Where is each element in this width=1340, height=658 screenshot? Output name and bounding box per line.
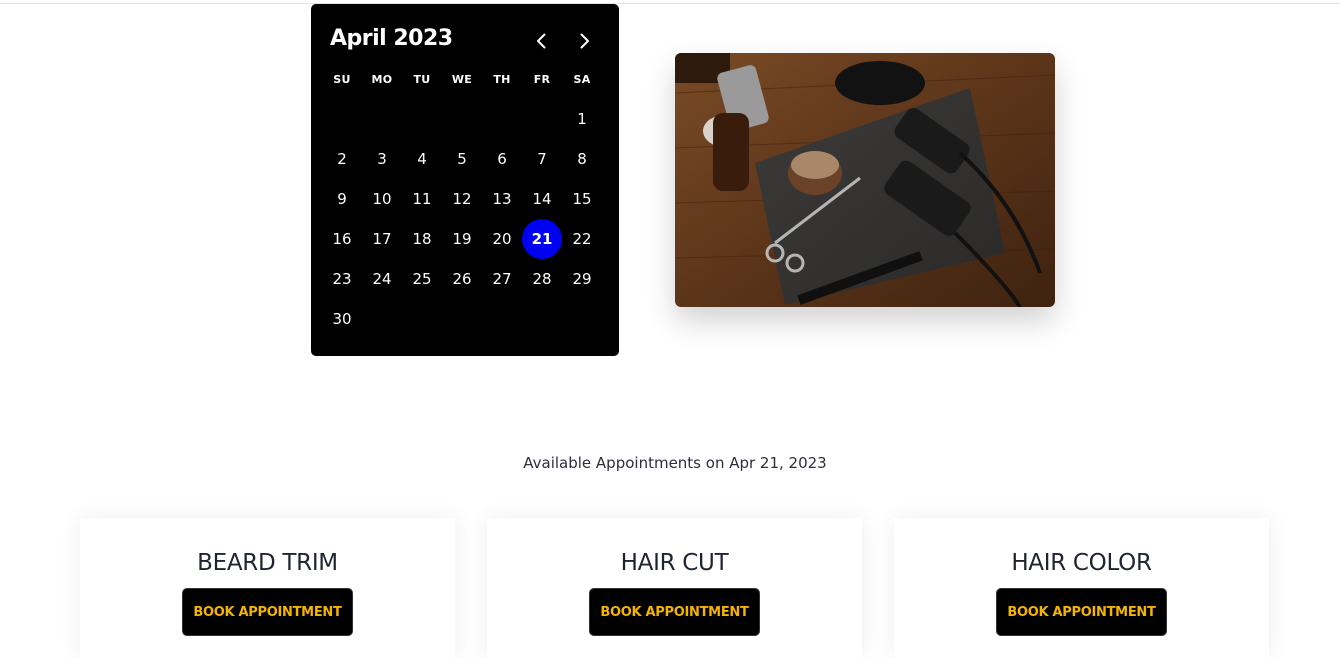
date-picker-calendar: April 2023 SU MO TU WE TH FR SA 12345678… bbox=[311, 4, 619, 356]
calendar-day[interactable]: 1 bbox=[562, 99, 602, 139]
calendar-day-number: 11 bbox=[412, 190, 432, 208]
service-title: BEARD TRIM bbox=[197, 550, 338, 576]
calendar-day-number: 3 bbox=[377, 150, 387, 168]
calendar-day-number: 26 bbox=[452, 270, 472, 288]
calendar-day[interactable]: 26 bbox=[442, 259, 482, 299]
calendar-weekday-header: SU MO TU WE TH FR SA bbox=[322, 72, 602, 88]
calendar-day[interactable]: 8 bbox=[562, 139, 602, 179]
calendar-day-number: 10 bbox=[372, 190, 392, 208]
calendar-day-number: 30 bbox=[332, 310, 352, 328]
calendar-day-number: 16 bbox=[332, 230, 352, 248]
calendar-day[interactable]: 3 bbox=[362, 139, 402, 179]
calendar-day-number: 28 bbox=[532, 270, 552, 288]
calendar-day[interactable]: 5 bbox=[442, 139, 482, 179]
calendar-day[interactable]: 25 bbox=[402, 259, 442, 299]
calendar-day-number: 20 bbox=[492, 230, 512, 248]
calendar-day[interactable]: 28 bbox=[522, 259, 562, 299]
top-divider bbox=[0, 3, 1340, 4]
calendar-empty-cell bbox=[522, 99, 562, 139]
service-card-hair-color: HAIR COLOR BOOK APPOINTMENT bbox=[894, 518, 1269, 658]
calendar-day-number: 23 bbox=[332, 270, 352, 288]
calendar-day[interactable]: 7 bbox=[522, 139, 562, 179]
calendar-day[interactable]: 2 bbox=[322, 139, 362, 179]
calendar-empty-cell bbox=[442, 99, 482, 139]
calendar-day-number bbox=[482, 99, 522, 139]
calendar-day[interactable]: 29 bbox=[562, 259, 602, 299]
calendar-day-number: 5 bbox=[457, 150, 467, 168]
service-title: HAIR CUT bbox=[620, 550, 729, 576]
calendar-day-number bbox=[362, 99, 402, 139]
calendar-day-number: 25 bbox=[412, 270, 432, 288]
calendar-day[interactable]: 16 bbox=[322, 219, 362, 259]
calendar-day[interactable]: 23 bbox=[322, 259, 362, 299]
calendar-day-number: 29 bbox=[572, 270, 592, 288]
calendar-day[interactable]: 11 bbox=[402, 179, 442, 219]
calendar-day[interactable]: 20 bbox=[482, 219, 522, 259]
available-appointments-heading: Available Appointments on Apr 21, 2023 bbox=[523, 454, 827, 472]
calendar-day-number: 17 bbox=[372, 230, 392, 248]
calendar-day-number bbox=[442, 99, 482, 139]
weekday-label: MO bbox=[371, 73, 393, 86]
calendar-day[interactable]: 15 bbox=[562, 179, 602, 219]
calendar-day-number: 15 bbox=[572, 190, 592, 208]
calendar-day-number: 21 bbox=[522, 219, 562, 259]
calendar-day[interactable]: 18 bbox=[402, 219, 442, 259]
calendar-day-number bbox=[522, 99, 562, 139]
chevron-right-icon[interactable] bbox=[573, 30, 595, 52]
calendar-empty-cell bbox=[322, 99, 362, 139]
service-card-hair-cut: HAIR CUT BOOK APPOINTMENT bbox=[487, 518, 862, 658]
weekday-label: TU bbox=[413, 73, 431, 86]
calendar-day-selected[interactable]: 21 bbox=[522, 219, 562, 259]
calendar-day-number: 6 bbox=[497, 150, 507, 168]
calendar-day[interactable]: 14 bbox=[522, 179, 562, 219]
calendar-day-number bbox=[402, 99, 442, 139]
calendar-day[interactable]: 27 bbox=[482, 259, 522, 299]
calendar-day[interactable]: 30 bbox=[322, 299, 362, 339]
service-card-beard-trim: BEARD TRIM BOOK APPOINTMENT bbox=[80, 518, 455, 658]
calendar-day-number: 4 bbox=[417, 150, 427, 168]
weekday-label: SA bbox=[573, 73, 591, 86]
calendar-day[interactable]: 13 bbox=[482, 179, 522, 219]
calendar-day-number: 27 bbox=[492, 270, 512, 288]
barber-tools-photo bbox=[675, 53, 1055, 307]
calendar-day[interactable]: 22 bbox=[562, 219, 602, 259]
calendar-day[interactable]: 19 bbox=[442, 219, 482, 259]
calendar-day-number: 8 bbox=[577, 150, 587, 168]
book-appointment-button[interactable]: BOOK APPOINTMENT bbox=[996, 588, 1167, 636]
book-appointment-button[interactable]: BOOK APPOINTMENT bbox=[182, 588, 353, 636]
weekday-label: FR bbox=[533, 73, 551, 86]
calendar-day[interactable]: 10 bbox=[362, 179, 402, 219]
calendar-day[interactable]: 4 bbox=[402, 139, 442, 179]
calendar-day-number: 22 bbox=[572, 230, 592, 248]
calendar-day-number: 24 bbox=[372, 270, 392, 288]
calendar-day-number: 14 bbox=[532, 190, 552, 208]
calendar-day-number: 12 bbox=[452, 190, 472, 208]
service-title: HAIR COLOR bbox=[1011, 550, 1152, 576]
calendar-day[interactable]: 12 bbox=[442, 179, 482, 219]
calendar-day-number bbox=[322, 99, 362, 139]
weekday-label: TH bbox=[493, 73, 511, 86]
calendar-day[interactable]: 24 bbox=[362, 259, 402, 299]
calendar-day-number: 7 bbox=[537, 150, 547, 168]
calendar-days-grid: 1 2 3 4 5 6 7 8 9 10 11 12 13 14 15 16 17 18 19 20 21 22 23 24 2… bbox=[322, 99, 602, 339]
calendar-day-number: 19 bbox=[452, 230, 472, 248]
book-appointment-button[interactable]: BOOK APPOINTMENT bbox=[589, 588, 760, 636]
calendar-day-number: 9 bbox=[337, 190, 347, 208]
calendar-day[interactable]: 6 bbox=[482, 139, 522, 179]
calendar-day-number: 13 bbox=[492, 190, 512, 208]
weekday-label: WE bbox=[451, 73, 473, 86]
calendar-day[interactable]: 17 bbox=[362, 219, 402, 259]
calendar-day-number: 1 bbox=[577, 110, 587, 128]
calendar-empty-cell bbox=[402, 99, 442, 139]
calendar-empty-cell bbox=[362, 99, 402, 139]
chevron-left-icon[interactable] bbox=[531, 30, 553, 52]
weekday-label: SU bbox=[333, 73, 351, 86]
calendar-month-title: April 2023 bbox=[330, 26, 453, 51]
calendar-day[interactable]: 9 bbox=[322, 179, 362, 219]
calendar-day-number: 18 bbox=[412, 230, 432, 248]
calendar-day-number: 2 bbox=[337, 150, 347, 168]
calendar-empty-cell bbox=[482, 99, 522, 139]
